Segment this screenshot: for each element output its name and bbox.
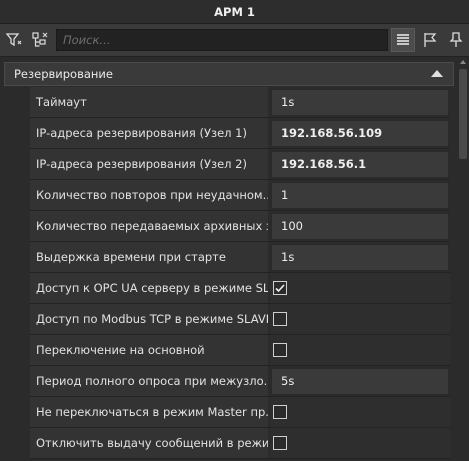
property-row: Доступ к OPC UA серверу в режиме SL... xyxy=(30,273,450,304)
property-value-field[interactable]: 1s xyxy=(271,244,449,271)
property-value-field[interactable]: 100 xyxy=(271,213,449,240)
property-label: Доступ по Modbus TCP в режиме SLAVE xyxy=(30,304,268,334)
property-value-field[interactable]: 1s xyxy=(271,89,449,116)
property-row: Количество повторов при неудачном... 1 xyxy=(30,180,450,211)
property-row: Период полного опроса при межузло... 5s xyxy=(30,366,450,397)
property-label: Доступ к OPC UA серверу в режиме SL... xyxy=(30,273,268,303)
section-header-reservation[interactable]: Резервирование xyxy=(4,62,454,86)
filter-icon[interactable] xyxy=(2,28,26,52)
property-checkbox[interactable] xyxy=(273,312,287,326)
property-value-field[interactable]: 1 xyxy=(271,182,449,209)
property-row: Доступ по Modbus TCP в режиме SLAVE xyxy=(30,304,450,335)
property-checkbox[interactable] xyxy=(273,436,287,450)
property-row: Не переключаться в режим Master пр... xyxy=(30,397,450,428)
property-label: Количество повторов при неудачном... xyxy=(30,180,268,210)
property-row: IP-адреса резервирования (Узел 1) 192.168… xyxy=(30,118,450,149)
property-label: Период полного опроса при межузло... xyxy=(30,366,268,396)
window-title: АРМ 1 xyxy=(214,4,255,19)
property-label: Выдержка времени при старте xyxy=(30,242,268,272)
property-checkbox[interactable] xyxy=(273,343,287,357)
toolbar xyxy=(0,24,469,57)
property-label: IP-адреса резервирования (Узел 2) xyxy=(30,149,268,179)
property-row: Количество передаваемых архивных з... 100 xyxy=(30,211,450,242)
property-row: Выдержка времени при старте 1s xyxy=(30,242,450,273)
property-row: Отключить выдачу сообщений в режи... xyxy=(30,428,450,459)
property-label: Количество передаваемых архивных з... xyxy=(30,211,268,241)
property-label: Не переключаться в режим Master пр... xyxy=(30,397,268,427)
property-value-cell xyxy=(270,428,450,458)
title-bar: АРМ 1 xyxy=(0,0,469,24)
property-value-cell xyxy=(270,304,450,334)
property-value-field[interactable]: 192.168.56.1 xyxy=(271,151,449,178)
property-label: Переключение на основной xyxy=(30,335,268,365)
property-checkbox[interactable] xyxy=(273,281,287,295)
property-label: Таймаут xyxy=(30,87,268,117)
collapse-arrow-icon[interactable] xyxy=(431,70,443,77)
list-view-icon[interactable] xyxy=(391,28,415,52)
property-value-field[interactable]: 192.168.56.109 xyxy=(271,120,449,147)
property-value-cell xyxy=(270,273,450,303)
properties-panel: Резервирование Таймаут 1s IP-адреса резерв… xyxy=(0,57,469,461)
property-label: Отключить выдачу сообщений в режи... xyxy=(30,428,268,458)
search-input[interactable] xyxy=(56,29,388,51)
scroll-up-icon[interactable] xyxy=(460,60,466,64)
property-value-cell xyxy=(270,335,450,365)
section-title: Резервирование xyxy=(14,67,113,81)
scroll-thumb[interactable] xyxy=(459,69,467,159)
property-value-cell xyxy=(270,397,450,427)
pin-icon[interactable] xyxy=(444,28,468,52)
flag-icon[interactable] xyxy=(418,28,442,52)
property-checkbox[interactable] xyxy=(273,405,287,419)
scrollbar[interactable] xyxy=(455,57,469,461)
property-label: IP-адреса резервирования (Узел 1) xyxy=(30,118,268,148)
property-row: Таймаут 1s xyxy=(30,87,450,118)
tree-expand-icon[interactable] xyxy=(28,28,52,52)
property-list: Таймаут 1s IP-адреса резервирования (Узел … xyxy=(30,87,450,459)
checkmark-icon xyxy=(275,284,285,293)
property-value-field[interactable]: 5s xyxy=(271,368,449,395)
property-row: Переключение на основной xyxy=(30,335,450,366)
property-row: IP-адреса резервирования (Узел 2) 192.168… xyxy=(30,149,450,180)
